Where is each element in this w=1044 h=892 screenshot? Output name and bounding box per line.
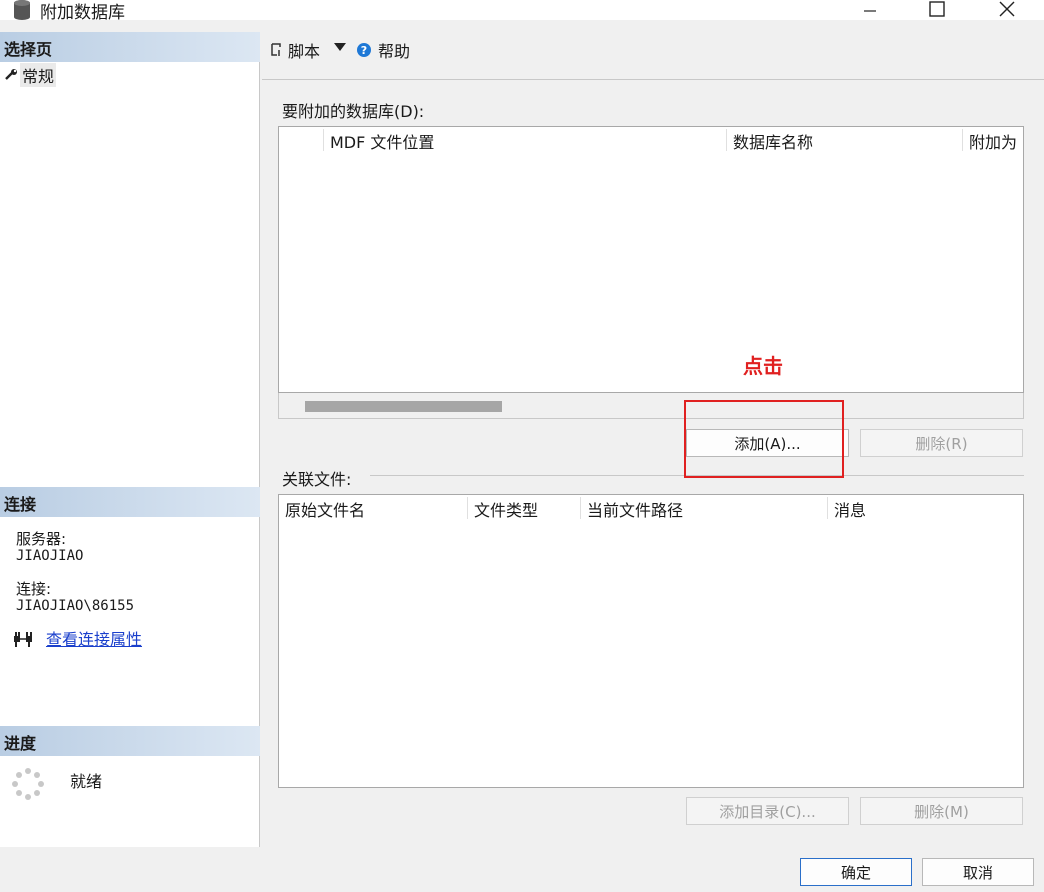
- column-header[interactable]: 文件类型: [467, 497, 580, 520]
- view-connection-properties[interactable]: 查看连接属性: [12, 626, 142, 650]
- window-title: 附加数据库: [40, 3, 125, 23]
- chevron-down-icon: [334, 43, 346, 51]
- view-connection-properties-link[interactable]: 查看连接属性: [46, 626, 142, 650]
- nav-item-label: 常规: [20, 63, 57, 87]
- script-dropdown[interactable]: [334, 42, 346, 52]
- help-icon: ?: [357, 43, 371, 57]
- close-icon: [999, 1, 1015, 17]
- server-value: JIAOJIAO: [16, 548, 84, 564]
- connection-value: JIAOJIAO\86155: [16, 598, 135, 614]
- remove-file-button[interactable]: 删除(M): [860, 797, 1023, 825]
- database-icon: [14, 0, 30, 20]
- toolbar: 脚本 ? 帮助: [262, 32, 1044, 80]
- progress-header: 进度: [0, 726, 260, 756]
- select-page-header: 选择页: [0, 32, 260, 62]
- dialog-footer: 确定 取消: [0, 847, 1044, 892]
- scrollbar-thumb[interactable]: [305, 401, 502, 412]
- ok-button[interactable]: 确定: [800, 858, 912, 886]
- column-header[interactable]: 消息: [827, 497, 1023, 520]
- related-files-label: 关联文件:: [282, 470, 352, 489]
- annotation-text: 点击: [743, 354, 783, 378]
- add-catalog-button[interactable]: 添加目录(C)...: [686, 797, 849, 825]
- column-header[interactable]: 附加为: [962, 129, 1024, 152]
- minimize-button[interactable]: [840, 0, 900, 20]
- script-icon: [271, 43, 281, 56]
- help-label: 帮助: [378, 42, 411, 61]
- minimize-icon: [864, 10, 876, 12]
- horizontal-scrollbar[interactable]: [278, 393, 1024, 419]
- column-header[interactable]: 原始文件名: [279, 497, 468, 520]
- annotation-highlight-box: [684, 400, 844, 478]
- connection-header: 连接: [0, 487, 260, 517]
- maximize-button[interactable]: [907, 0, 967, 20]
- cancel-button[interactable]: 取消: [922, 858, 1034, 886]
- maximize-icon: [929, 1, 945, 17]
- close-button[interactable]: [977, 0, 1037, 20]
- server-label: 服务器:: [16, 530, 67, 548]
- databases-table[interactable]: MDF 文件位置 数据库名称 附加为: [278, 126, 1024, 393]
- progress-spinner-icon: [12, 768, 44, 800]
- progress-status: 就绪: [70, 772, 103, 791]
- help-button[interactable]: ? 帮助: [356, 38, 410, 62]
- remove-database-button[interactable]: 删除(R): [860, 429, 1023, 457]
- left-pane: 选择页 常规 连接 服务器: JIAOJIAO 连接: JIAOJIAO\861…: [0, 32, 260, 847]
- script-button[interactable]: 脚本: [268, 38, 320, 62]
- connection-properties-icon: [14, 632, 32, 647]
- nav-item-general[interactable]: 常规: [4, 63, 57, 87]
- column-header[interactable]: MDF 文件位置: [323, 129, 727, 152]
- title-bar: 附加数据库: [0, 0, 1044, 23]
- progress-row: 就绪: [12, 768, 102, 804]
- script-label: 脚本: [288, 42, 321, 61]
- connection-label: 连接:: [16, 580, 52, 598]
- related-files-table[interactable]: 原始文件名 文件类型 当前文件路径 消息: [278, 494, 1024, 788]
- databases-label: 要附加的数据库(D):: [282, 102, 425, 121]
- svg-text:?: ?: [361, 44, 367, 57]
- wrench-icon: [5, 69, 17, 80]
- column-header[interactable]: 数据库名称: [726, 129, 962, 152]
- column-header[interactable]: 当前文件路径: [580, 497, 827, 520]
- right-pane: 脚本 ? 帮助 要附加的数据库(D): MDF 文件位置 数据库名称 附加为 添…: [262, 32, 1044, 847]
